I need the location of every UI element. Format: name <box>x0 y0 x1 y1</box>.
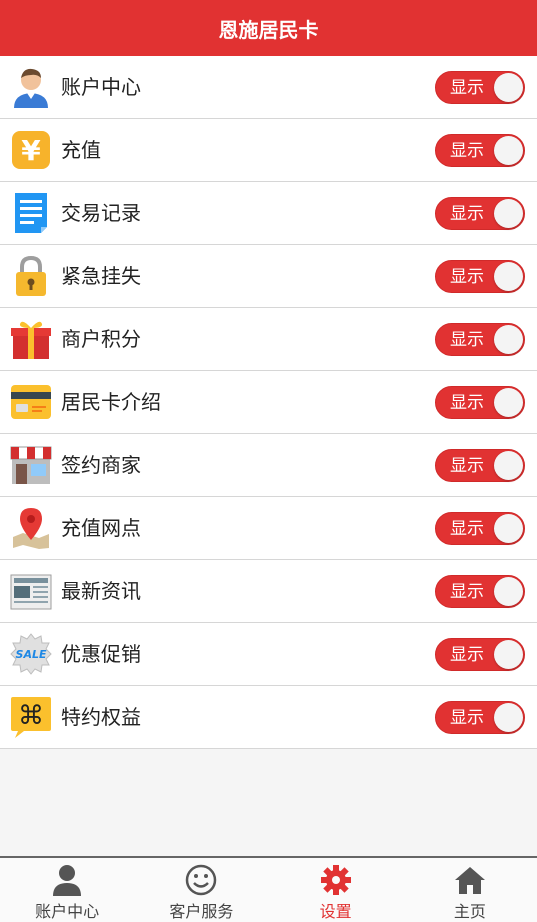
list-item-recharge-outlets: 充值网点 显示 <box>0 497 537 560</box>
list-item-latest-news: 最新资讯 显示 <box>0 560 537 623</box>
visibility-toggle[interactable]: 显示 <box>435 575 525 608</box>
toggle-label: 显示 <box>450 267 484 287</box>
svg-text:⌘: ⌘ <box>18 701 44 731</box>
home-icon <box>453 864 487 896</box>
tab-account-center[interactable]: 账户中心 <box>0 858 134 922</box>
toggle-knob <box>494 388 523 417</box>
user-avatar-icon <box>9 65 53 109</box>
list-item-label: 商户积分 <box>61 327 141 351</box>
toggle-knob <box>494 640 523 669</box>
toggle-label: 显示 <box>450 582 484 602</box>
toggle-knob <box>494 262 523 291</box>
list-item-label: 充值网点 <box>61 516 141 540</box>
page-title: 恩施居民卡 <box>218 17 319 42</box>
smiley-icon <box>184 864 218 896</box>
map-pin-icon <box>9 506 53 550</box>
tab-customer-service[interactable]: 客户服务 <box>134 858 268 922</box>
visibility-toggle[interactable]: 显示 <box>435 134 525 167</box>
visibility-toggle[interactable]: 显示 <box>435 512 525 545</box>
list-item-transaction-records: 交易记录 显示 <box>0 182 537 245</box>
toggle-knob <box>494 325 523 354</box>
command-key-icon: ⌘ <box>9 695 53 739</box>
document-icon <box>9 191 53 235</box>
tab-label: 客户服务 <box>169 902 234 921</box>
visibility-toggle[interactable]: 显示 <box>435 701 525 734</box>
list-item-label: 充值 <box>61 138 101 162</box>
toggle-label: 显示 <box>450 204 484 224</box>
toggle-label: 显示 <box>450 708 484 728</box>
sale-badge-icon: SALE <box>9 632 53 676</box>
list-item-emergency-loss-report: 紧急挂失 显示 <box>0 245 537 308</box>
list-item-recharge: ¥ 充值 显示 <box>0 119 537 182</box>
toggle-knob <box>494 451 523 480</box>
settings-list: 账户中心 显示 ¥ 充值 显示 交易记录 显示 紧急挂失 显示 商户积分 显示 <box>0 56 537 749</box>
toggle-knob <box>494 703 523 732</box>
list-item-account-center: 账户中心 显示 <box>0 56 537 119</box>
tab-settings[interactable]: 设置 <box>269 858 403 922</box>
list-item-label: 账户中心 <box>61 75 141 99</box>
gift-box-icon <box>9 317 53 361</box>
visibility-toggle[interactable]: 显示 <box>435 197 525 230</box>
list-item-label: 签约商家 <box>61 453 141 477</box>
list-item-contracted-merchants: 签约商家 显示 <box>0 434 537 497</box>
toggle-knob <box>494 577 523 606</box>
list-item-promotions: SALE 优惠促销 显示 <box>0 623 537 686</box>
visibility-toggle[interactable]: 显示 <box>435 638 525 671</box>
list-item-label: 交易记录 <box>61 201 141 225</box>
toggle-knob <box>494 199 523 228</box>
toggle-knob <box>494 514 523 543</box>
list-item-label: 最新资讯 <box>61 579 141 603</box>
list-item-label: 居民卡介绍 <box>61 390 161 414</box>
visibility-toggle[interactable]: 显示 <box>435 323 525 356</box>
visibility-toggle[interactable]: 显示 <box>435 260 525 293</box>
toggle-label: 显示 <box>450 141 484 161</box>
toggle-label: 显示 <box>450 393 484 413</box>
tab-label: 账户中心 <box>35 902 100 921</box>
list-item-label: 紧急挂失 <box>61 264 141 288</box>
toggle-label: 显示 <box>450 330 484 350</box>
toggle-label: 显示 <box>450 78 484 98</box>
yen-coin-icon: ¥ <box>9 128 53 172</box>
toggle-label: 显示 <box>450 645 484 665</box>
tab-label: 主页 <box>453 902 486 921</box>
tab-home[interactable]: 主页 <box>403 858 537 922</box>
list-item-special-benefits: ⌘ 特约权益 显示 <box>0 686 537 749</box>
list-item-label: 特约权益 <box>61 705 141 729</box>
toggle-knob <box>494 136 523 165</box>
person-icon <box>50 864 84 896</box>
toggle-knob <box>494 73 523 102</box>
visibility-toggle[interactable]: 显示 <box>435 449 525 482</box>
app-header: 恩施居民卡 <box>0 0 537 56</box>
storefront-icon <box>9 443 53 487</box>
bank-card-icon <box>9 380 53 424</box>
visibility-toggle[interactable]: 显示 <box>435 386 525 419</box>
newspaper-icon <box>9 569 53 613</box>
svg-text:SALE: SALE <box>16 648 47 661</box>
visibility-toggle[interactable]: 显示 <box>435 71 525 104</box>
list-item-card-introduction: 居民卡介绍 显示 <box>0 371 537 434</box>
svg-text:¥: ¥ <box>21 134 41 167</box>
list-item-merchant-points: 商户积分 显示 <box>0 308 537 371</box>
tab-label: 设置 <box>319 902 352 921</box>
list-item-label: 优惠促销 <box>61 642 141 666</box>
bottom-tab-bar: 账户中心 客户服务 设置 主页 <box>0 856 537 922</box>
padlock-icon <box>9 254 53 298</box>
toggle-label: 显示 <box>450 456 484 476</box>
gear-icon <box>319 864 353 896</box>
toggle-label: 显示 <box>450 519 484 539</box>
